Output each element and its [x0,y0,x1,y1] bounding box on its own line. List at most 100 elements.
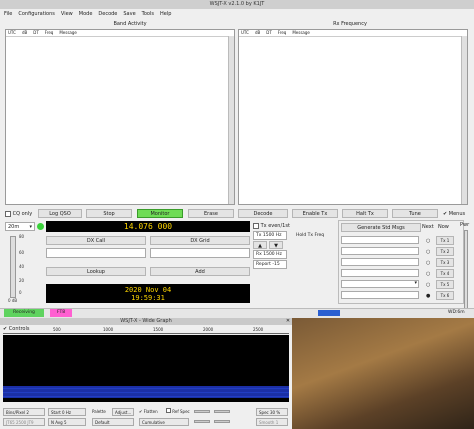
tx2-button[interactable]: Tx 2 [436,247,454,256]
band-activity-scrollbar[interactable] [228,36,234,204]
tx2-message[interactable] [341,247,419,255]
wide-graph-close-icon[interactable]: ✕ [284,318,292,325]
radio-selected-icon[interactable]: ● [426,291,432,302]
col-db: dB [254,30,261,35]
rx-freq-spinbox[interactable]: Rx 1500 Hz [253,250,287,259]
spectrum-display [3,382,289,402]
dx-grid-label: DX Grid [150,236,250,245]
menu-decode[interactable]: Decode [98,10,117,19]
tx3-message[interactable] [341,258,419,266]
ref-spec-label: Ref Spec [172,409,190,414]
tx-next-radios[interactable]: ○ ○ ○ ○ ○ ● [426,236,432,300]
level-tick: 40 [19,264,25,269]
radio-icon[interactable]: ○ [426,258,432,269]
menu-mode[interactable]: Mode [79,10,93,19]
hold-tx-freq-label[interactable]: Hold Tx Freq [296,231,336,240]
enable-tx-button[interactable]: Enable Tx [292,209,338,218]
dx-call-input[interactable] [46,248,146,258]
desktop-background [292,318,474,429]
generate-std-msgs-button[interactable]: Generate Std Msgs [341,223,421,232]
menu-file[interactable]: File [4,10,12,19]
halt-tx-button[interactable]: Halt Tx [342,209,388,218]
pwr-slider[interactable] [464,230,468,310]
erase-button[interactable]: Erase [188,209,234,218]
band-activity-pane[interactable]: UTC dB DT Freq Message [5,29,235,205]
level-scale: 80 60 40 20 0 [19,234,29,296]
chevron-down-icon: ▾ [414,280,417,286]
tx6-button[interactable]: Tx 6 [436,291,454,300]
radio-icon[interactable]: ○ [426,280,432,291]
level-tick: 60 [19,250,25,255]
menus-checkbox[interactable]: ✔ Menus [443,210,473,218]
tx5-message[interactable]: ▾ [341,280,419,288]
band-activity-header: UTC dB DT Freq Message [6,30,234,37]
report-value: Report -15 [256,262,280,267]
tx1-message[interactable] [341,236,419,244]
band-select[interactable]: 20m ▾ [5,222,35,231]
bins-per-pixel-spinbox[interactable]: Bins/Pixel 2 [3,408,45,416]
rx-frequency-scrollbar[interactable] [461,36,467,204]
zero2-slider[interactable] [214,420,230,423]
waterfall-display[interactable] [3,335,289,382]
check-icon: ✔ [443,211,448,217]
radio-icon[interactable]: ○ [426,236,432,247]
window-title: WSJT-X v2.1.0 by K1JT [0,0,474,9]
menu-view[interactable]: View [61,10,73,19]
arrow-down-icon[interactable]: ▼ [269,241,283,249]
gain2-slider[interactable] [194,420,210,423]
col-message: Message [292,30,310,35]
lookup-button[interactable]: Lookup [46,267,146,276]
decode-button[interactable]: Decode [238,209,288,218]
zero-slider[interactable] [214,410,230,413]
receiving-status: Receiving [4,309,44,317]
tx1-button[interactable]: Tx 1 [436,236,454,245]
monitor-button[interactable]: Monitor [137,209,183,218]
smooth-spinbox[interactable]: Smooth 1 [256,418,288,426]
menu-help[interactable]: Help [160,10,171,19]
band-activity-title: Band Activity [113,21,147,27]
start-freq-spinbox[interactable]: Start 0 Hz [48,408,86,416]
report-spinbox[interactable]: Report -15 [253,260,287,269]
tx6-message[interactable] [341,291,419,299]
menu-save[interactable]: Save [123,10,135,19]
add-button[interactable]: Add [150,267,250,276]
palette-select[interactable]: Default [92,418,134,426]
tx3-button[interactable]: Tx 3 [436,258,454,267]
cq-only-checkbox[interactable]: CQ only [5,210,35,218]
n-avg-spinbox[interactable]: N Avg 5 [48,418,86,426]
dx-grid-input[interactable] [150,248,250,258]
col-utc: UTC [241,30,249,35]
pwr-label: Pwr [460,222,470,228]
tx-even-checkbox[interactable]: Tx even/1st [253,222,313,230]
scale-tick: 1500 [153,327,164,332]
menu-bar: File Configurations View Mode Decode Sav… [0,10,474,19]
tune-button[interactable]: Tune [392,209,438,218]
ref-spec-checkbox[interactable]: Ref Spec [166,408,192,416]
spectrum-type-select[interactable]: Cumulative [139,418,189,426]
level-tick: 80 [19,234,25,239]
menus-label: Menus [448,211,466,217]
menu-tools[interactable]: Tools [142,10,154,19]
clock-date: 2020 Nov 04 [124,286,172,294]
spectrum-band [3,386,289,398]
tx4-message[interactable] [341,269,419,277]
adjust-button[interactable]: Adjust... [112,408,134,416]
rx-frequency-title: Rx Frequency [333,21,367,27]
wd-status: WD:6m [448,310,465,315]
menu-configurations[interactable]: Configurations [18,10,55,19]
arrow-up-icon[interactable]: ▲ [253,241,267,249]
gain-slider[interactable] [194,410,210,413]
log-qso-button[interactable]: Log QSO [38,209,82,218]
level-unit: 0 dB [8,298,18,303]
radio-icon[interactable]: ○ [426,247,432,258]
flatten-checkbox[interactable]: ✔ Flatten [139,408,169,416]
spec-spinbox[interactable]: Spec 30 % [256,408,288,416]
stop-button[interactable]: Stop [86,209,132,218]
jt65-spinbox[interactable]: JT65 2500 JT9 [3,418,45,426]
col-freq: Freq [277,30,287,35]
tx5-button[interactable]: Tx 5 [436,280,454,289]
tx-freq-spinbox[interactable]: Tx 1500 Hz [253,231,287,240]
tx4-button[interactable]: Tx 4 [436,269,454,278]
rx-frequency-pane[interactable]: UTC dB DT Freq Message [238,29,468,205]
radio-icon[interactable]: ○ [426,269,432,280]
